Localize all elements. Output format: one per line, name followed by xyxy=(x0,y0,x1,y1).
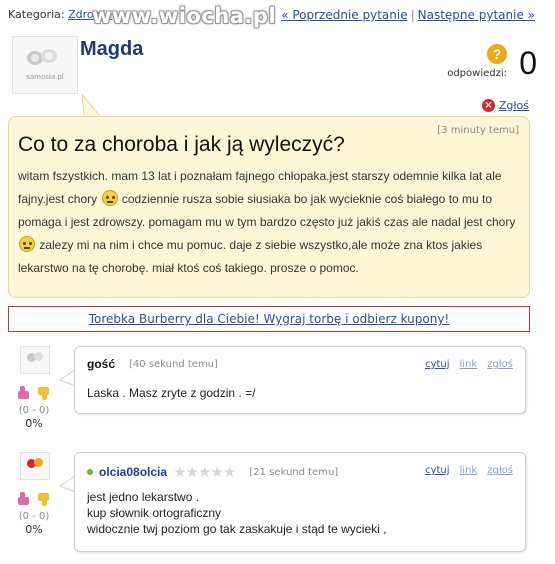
ad-link[interactable]: Torebka Burberry dla Ciebie! Wygraj torb… xyxy=(89,312,449,326)
site-watermark: www.wiocha.pl xyxy=(92,4,277,28)
question-mark-icon: ? xyxy=(487,44,507,64)
smiley-icon xyxy=(101,190,118,206)
thumb-up-icon[interactable] xyxy=(17,386,31,400)
online-dot-icon xyxy=(87,469,93,475)
answer-header: olcia08olcia ★★★★★ [21 sekund temu] xyxy=(87,463,338,481)
report-answer-link[interactable]: zgłoś xyxy=(487,465,513,476)
speech-bubble-tail-icon xyxy=(80,94,102,118)
quote-link[interactable]: cytuj xyxy=(425,359,449,370)
report-question[interactable]: × Zgłoś xyxy=(481,99,529,112)
ad-banner: Torebka Burberry dla Ciebie! Wygraj torb… xyxy=(8,306,530,332)
answer-text: Laska . Masz zryte z godzin . =/ xyxy=(87,385,255,401)
thumb-down-icon[interactable] xyxy=(37,386,51,400)
next-question-link[interactable]: Następne pytanie » xyxy=(418,8,535,22)
previous-question-link[interactable]: « Poprzednie pytanie xyxy=(281,8,407,22)
answer-box: gość [40 sekund temu] cytuj link zgłoś L… xyxy=(74,346,526,414)
permalink-link[interactable]: link xyxy=(460,359,478,370)
permalink-link[interactable]: link xyxy=(460,465,478,476)
thumb-down-icon[interactable] xyxy=(37,492,51,506)
answer-header: gość [40 sekund temu] xyxy=(87,357,218,371)
answer-line: jest jedno lekarstwo . xyxy=(87,490,200,504)
answer-avatar[interactable] xyxy=(20,346,50,374)
answer-line: kup słownik ortograficzny xyxy=(87,506,222,520)
answer-time: [21 sekund temu] xyxy=(249,466,339,478)
question-navigation: « Poprzednie pytanie | Następne pytanie » xyxy=(281,8,535,22)
vote-count: (0 - 0) xyxy=(18,511,50,522)
user-rating-stars: ★★★★★ xyxy=(173,463,236,481)
answers-count: 0 xyxy=(519,45,537,81)
author-avatar[interactable]: samosia.pl xyxy=(12,36,78,94)
quote-link[interactable]: cytuj xyxy=(425,465,449,476)
answer-username[interactable]: olcia08olcia xyxy=(99,465,167,479)
question-body: witam fszystkich. mam 13 lat i poznałam … xyxy=(18,165,522,280)
samosia-logo-icon xyxy=(25,458,45,474)
top-bar: Kategoria: Zdrowie www.wiocha.pl « Poprz… xyxy=(8,4,547,28)
answer-actions: cytuj link zgłoś xyxy=(425,465,513,476)
vote-count: (0 - 0) xyxy=(18,405,50,416)
vote-percentage: 0% xyxy=(25,523,43,536)
vote-panel: (0 - 0) 0% xyxy=(12,386,56,430)
author-name[interactable]: Magda xyxy=(80,38,143,61)
vote-percentage: 0% xyxy=(25,417,43,430)
answer-line: widocznie twj poziom go tak zaskakuje i … xyxy=(87,522,387,536)
answer-item: (0 - 0) 0% olcia08olcia ★★★★★ [21 sekund… xyxy=(12,452,530,556)
answer-avatar[interactable] xyxy=(20,452,50,480)
question-body-part-3: zalezy mi na nim i chce mu pomuc. daje z… xyxy=(18,238,483,275)
avatar-logo-text: samosia.pl xyxy=(26,73,64,81)
answer-box: olcia08olcia ★★★★★ [21 sekund temu] cytu… xyxy=(74,452,526,552)
report-link[interactable]: Zgłoś xyxy=(499,99,529,112)
answer-time: [40 sekund temu] xyxy=(129,358,218,370)
samosia-logo-icon: samosia.pl xyxy=(23,49,67,81)
answer-actions: cytuj link zgłoś xyxy=(425,359,513,370)
question-title: Co to za choroba i jak ją wyleczyć? xyxy=(18,133,345,156)
answers-counter: ? odpowiedzi: 0 xyxy=(427,44,537,84)
report-icon: × xyxy=(481,99,495,112)
samosia-logo-icon xyxy=(25,352,45,368)
answer-username: gość xyxy=(87,357,116,371)
question-box: [3 minuty temu] Co to za choroba i jak j… xyxy=(8,116,530,298)
answer-line: Laska . Masz zryte z godzin . =/ xyxy=(87,386,256,400)
question-time: [3 minuty temu] xyxy=(437,125,519,136)
vote-panel: (0 - 0) 0% xyxy=(12,492,56,536)
thumb-up-icon[interactable] xyxy=(17,492,31,506)
answer-text: jest jedno lekarstwo . kup słownik ortog… xyxy=(87,489,386,537)
category-label: Kategoria: xyxy=(8,8,65,21)
answer-item: (0 - 0) 0% gość [40 sekund temu] cytuj l… xyxy=(12,346,530,430)
report-answer-link[interactable]: zgłoś xyxy=(487,359,513,370)
smiley-icon xyxy=(19,236,35,252)
answers-label: odpowiedzi: xyxy=(447,68,507,79)
nav-separator: | xyxy=(410,8,415,22)
